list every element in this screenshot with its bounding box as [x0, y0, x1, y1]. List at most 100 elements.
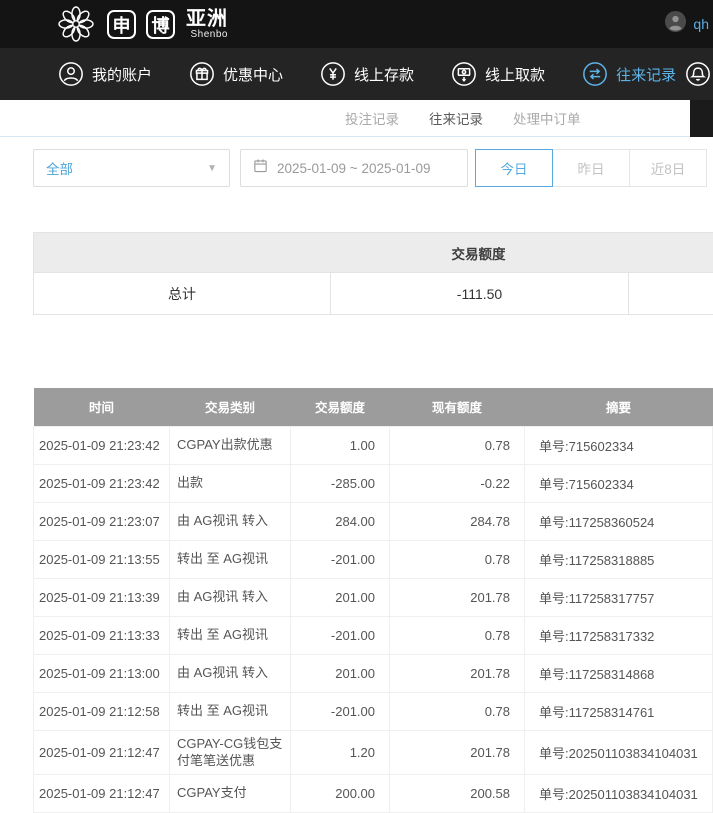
balance-cell: 0.78 — [390, 692, 525, 730]
type-cell: 由 AG视讯 转入 — [170, 578, 291, 616]
bell-icon[interactable] — [685, 61, 711, 92]
tab-bar: 投注记录 往来记录 处理中订单 — [345, 108, 581, 128]
deposit-circle-icon — [320, 61, 346, 87]
column-header-type: 交易类别 — [170, 388, 291, 426]
amount-cell: -201.00 — [291, 692, 390, 730]
time-cell: 2025-01-09 21:13:55 — [34, 540, 170, 578]
summary-cell: 单号:117258360524 — [525, 502, 713, 540]
time-cell: 2025-01-09 21:12:47 — [34, 730, 170, 774]
balance-cell: 201.78 — [390, 578, 525, 616]
summary-cell: 单号:715602334 — [525, 426, 713, 464]
summary-cell: 单号:715602334 — [525, 464, 713, 502]
amount-cell: 200.00 — [291, 774, 390, 812]
table-row: 2025-01-09 21:13:00由 AG视讯 转入201.00201.78… — [34, 654, 713, 692]
last-8-days-button[interactable]: 近8日 — [629, 149, 707, 187]
main-nav: 我的账户 优惠中心 线上存款 线上取款 — [0, 48, 713, 100]
type-cell: 转出 至 AG视讯 — [170, 616, 291, 654]
type-select-value: 全部 — [46, 158, 73, 178]
amount-cell: -201.00 — [291, 540, 390, 578]
calendar-icon — [252, 157, 269, 179]
time-cell: 2025-01-09 21:23:07 — [34, 502, 170, 540]
amount-cell: 284.00 — [291, 502, 390, 540]
gift-circle-icon — [189, 61, 215, 87]
time-cell: 2025-01-09 21:12:47 — [34, 774, 170, 812]
top-bar: 申 博 亚洲 Shenbo qh — [0, 0, 713, 48]
summary-total-value: -111.50 — [331, 273, 629, 315]
nav-item-label: 我的账户 — [92, 64, 152, 85]
summary-cell: 单号:117258318885 — [525, 540, 713, 578]
balance-cell: 201.78 — [390, 730, 525, 774]
today-button[interactable]: 今日 — [475, 149, 553, 187]
amount-cell: 1.20 — [291, 730, 390, 774]
summary-header-row: 交易额度 — [34, 233, 713, 273]
sub-nav: 投注记录 往来记录 处理中订单 — [0, 100, 713, 137]
logo-char-box: 博 — [146, 10, 175, 39]
table-row: 2025-01-09 21:23:07由 AG视讯 转入284.00284.78… — [34, 502, 713, 540]
amount-cell: 201.00 — [291, 578, 390, 616]
logo-region-text: 亚洲 Shenbo — [186, 9, 228, 40]
subnav-edge-block — [690, 100, 713, 137]
type-cell: CGPAY-CG钱包支付笔笔送优惠 — [170, 730, 291, 774]
user-area[interactable]: qh — [664, 10, 709, 38]
filter-bar: 全部 ▼ 2025-01-09 ~ 2025-01-09 今日 昨日 近8日 — [33, 148, 713, 188]
table-row: 2025-01-09 21:13:39由 AG视讯 转入201.00201.78… — [34, 578, 713, 616]
type-cell: CGPAY支付 — [170, 774, 291, 812]
chevron-down-icon: ▼ — [207, 163, 217, 174]
nav-item-transactions[interactable]: 往来记录 — [582, 61, 676, 87]
type-cell: 转出 至 AG视讯 — [170, 692, 291, 730]
amount-cell: -285.00 — [291, 464, 390, 502]
time-cell: 2025-01-09 21:23:42 — [34, 464, 170, 502]
balance-cell: -0.22 — [390, 464, 525, 502]
time-cell: 2025-01-09 21:12:58 — [34, 692, 170, 730]
table-row: 2025-01-09 21:12:47CGPAY-CG钱包支付笔笔送优惠1.20… — [34, 730, 713, 774]
type-select[interactable]: 全部 ▼ — [33, 149, 230, 187]
summary-cell: 单号:117258317757 — [525, 578, 713, 616]
type-cell: 出款 — [170, 464, 291, 502]
nav-item-label: 优惠中心 — [223, 64, 283, 85]
nav-item-label: 线上取款 — [485, 64, 545, 85]
summary-cell: 单号:117258314868 — [525, 654, 713, 692]
time-cell: 2025-01-09 21:13:00 — [34, 654, 170, 692]
table-row: 2025-01-09 21:12:58转出 至 AG视讯-201.000.78单… — [34, 692, 713, 730]
summary-cell: 单号:202501103834104031 — [525, 730, 713, 774]
records-header-row: 时间 交易类别 交易额度 现有额度 摘要 — [34, 388, 713, 426]
nav-item-withdraw[interactable]: 线上取款 — [451, 61, 545, 87]
table-row: 2025-01-09 21:23:42CGPAY出款优惠1.000.78单号:7… — [34, 426, 713, 464]
table-row: 2025-01-09 21:12:47CGPAY支付200.00200.58单号… — [34, 774, 713, 812]
amount-cell: 201.00 — [291, 654, 390, 692]
yesterday-button[interactable]: 昨日 — [552, 149, 630, 187]
logo-region-en: Shenbo — [186, 30, 228, 40]
tab-transaction-records[interactable]: 往来记录 — [429, 108, 483, 128]
nav-item-my-account[interactable]: 我的账户 — [58, 61, 152, 87]
balance-cell: 0.78 — [390, 540, 525, 578]
table-row: 2025-01-09 21:13:55转出 至 AG视讯-201.000.78单… — [34, 540, 713, 578]
time-cell: 2025-01-09 21:23:42 — [34, 426, 170, 464]
brand-logo[interactable]: 申 博 亚洲 Shenbo — [55, 3, 228, 45]
table-row: 2025-01-09 21:13:33转出 至 AG视讯-201.000.78单… — [34, 616, 713, 654]
nav-item-deposit[interactable]: 线上存款 — [320, 61, 414, 87]
summary-cell: 单号:117258314761 — [525, 692, 713, 730]
type-cell: 由 AG视讯 转入 — [170, 502, 291, 540]
type-cell: CGPAY出款优惠 — [170, 426, 291, 464]
type-cell: 转出 至 AG视讯 — [170, 540, 291, 578]
summary-empty-cell — [629, 273, 713, 315]
date-range-value: 2025-01-09 ~ 2025-01-09 — [277, 161, 431, 176]
summary-total-row: 总计 -111.50 — [34, 273, 713, 315]
summary-cell: 单号:117258317332 — [525, 616, 713, 654]
amount-cell: -201.00 — [291, 616, 390, 654]
date-range-input[interactable]: 2025-01-09 ~ 2025-01-09 — [240, 149, 468, 187]
user-circle-icon — [58, 61, 84, 87]
nav-item-promotions[interactable]: 优惠中心 — [189, 61, 283, 87]
time-cell: 2025-01-09 21:13:39 — [34, 578, 170, 616]
tab-betting-records[interactable]: 投注记录 — [345, 108, 399, 128]
balance-cell: 201.78 — [390, 654, 525, 692]
time-cell: 2025-01-09 21:13:33 — [34, 616, 170, 654]
withdraw-circle-icon — [451, 61, 477, 87]
balance-cell: 200.58 — [390, 774, 525, 812]
balance-cell: 284.78 — [390, 502, 525, 540]
column-header-balance: 现有额度 — [390, 388, 525, 426]
tab-processing-orders[interactable]: 处理中订单 — [513, 108, 581, 128]
avatar-icon — [664, 10, 687, 38]
column-header-summary: 摘要 — [525, 388, 713, 426]
logo-char-box: 申 — [107, 10, 136, 39]
